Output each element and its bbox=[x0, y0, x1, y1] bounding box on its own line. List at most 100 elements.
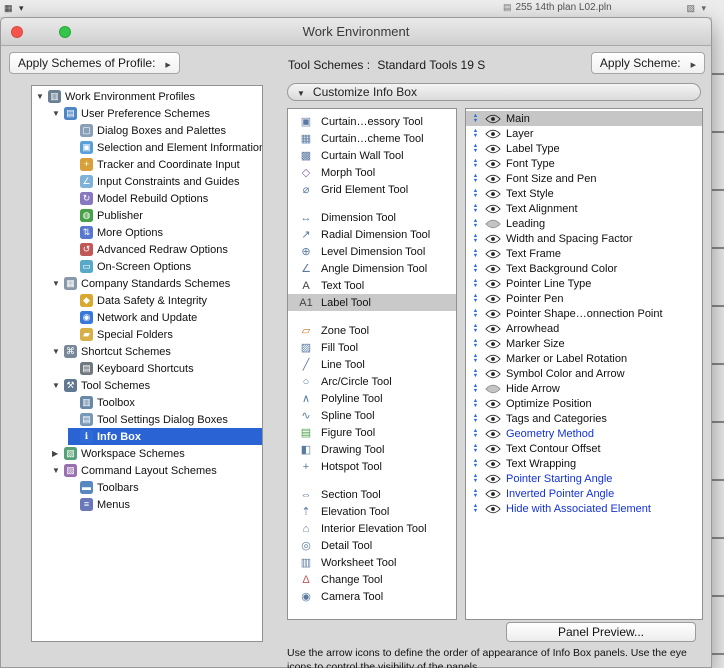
reorder-arrows-icon[interactable] bbox=[471, 204, 480, 213]
tool-row[interactable]: ∿ Spline Tool bbox=[288, 407, 456, 424]
visibility-eye-icon[interactable] bbox=[485, 414, 501, 424]
tool-row[interactable]: ◎ Detail Tool bbox=[288, 537, 456, 554]
reorder-arrows-icon[interactable] bbox=[471, 339, 480, 348]
visibility-eye-icon[interactable] bbox=[485, 279, 501, 289]
panel-row[interactable]: Pointer Pen bbox=[466, 291, 702, 306]
tool-row[interactable]: ∧ Polyline Tool bbox=[288, 390, 456, 407]
panel-row[interactable]: Hide with Associated Element bbox=[466, 501, 702, 516]
visibility-eye-icon[interactable] bbox=[485, 189, 501, 199]
tree-row[interactable]: ▣ Selection and Element Information bbox=[68, 139, 262, 156]
reorder-arrows-icon[interactable] bbox=[471, 369, 480, 378]
reorder-arrows-icon[interactable] bbox=[471, 114, 480, 123]
tree-row[interactable]: ▬ Toolbars bbox=[68, 479, 262, 496]
reorder-arrows-icon[interactable] bbox=[471, 504, 480, 513]
visibility-eye-icon[interactable] bbox=[485, 354, 501, 364]
panel-row[interactable]: Text Background Color bbox=[466, 261, 702, 276]
tool-row[interactable]: ▣ Curtain…essory Tool bbox=[288, 113, 456, 130]
panel-row[interactable]: Text Contour Offset bbox=[466, 441, 702, 456]
visibility-eye-icon[interactable] bbox=[485, 114, 501, 124]
zoom-window-button[interactable] bbox=[59, 26, 71, 38]
panel-row[interactable]: Font Type bbox=[466, 156, 702, 171]
reorder-arrows-icon[interactable] bbox=[471, 429, 480, 438]
tree-row[interactable]: ↻ Model Rebuild Options bbox=[68, 190, 262, 207]
reorder-arrows-icon[interactable] bbox=[471, 489, 480, 498]
reorder-arrows-icon[interactable] bbox=[471, 444, 480, 453]
disclosure-triangle-icon[interactable] bbox=[52, 347, 64, 356]
reorder-arrows-icon[interactable] bbox=[471, 159, 480, 168]
apply-schemes-of-profile-dropdown[interactable]: Apply Schemes of Profile: bbox=[9, 52, 180, 74]
tool-row[interactable]: A1 Label Tool bbox=[288, 294, 456, 311]
disclosure-triangle-icon[interactable] bbox=[52, 449, 64, 458]
tree-row[interactable]: ◉ Network and Update bbox=[68, 309, 262, 326]
tool-row[interactable]: ⊕ Level Dimension Tool bbox=[288, 243, 456, 260]
visibility-eye-icon[interactable] bbox=[485, 459, 501, 469]
panel-row[interactable]: Text Frame bbox=[466, 246, 702, 261]
tool-row[interactable]: ▦ Curtain…cheme Tool bbox=[288, 130, 456, 147]
panel-row[interactable]: Text Style bbox=[466, 186, 702, 201]
disclosure-triangle-icon[interactable] bbox=[52, 109, 64, 118]
disclosure-triangle-icon[interactable] bbox=[36, 92, 48, 101]
tree-row[interactable]: ▤ Keyboard Shortcuts bbox=[68, 360, 262, 377]
visibility-eye-icon[interactable] bbox=[485, 399, 501, 409]
tool-row[interactable]: ⇔ Section Tool bbox=[288, 486, 456, 503]
visibility-eye-icon[interactable] bbox=[485, 444, 501, 454]
tool-row[interactable]: ▥ Worksheet Tool bbox=[288, 554, 456, 571]
panel-row[interactable]: Hide Arrow bbox=[466, 381, 702, 396]
visibility-eye-closed-icon[interactable] bbox=[485, 219, 501, 229]
tool-row[interactable]: ▤ Figure Tool bbox=[288, 424, 456, 441]
tree-row[interactable]: ∠ Input Constraints and Guides bbox=[68, 173, 262, 190]
visibility-eye-icon[interactable] bbox=[485, 369, 501, 379]
disclosure-triangle-icon[interactable] bbox=[52, 466, 64, 475]
tool-row[interactable]: + Hotspot Tool bbox=[288, 458, 456, 475]
tree-row[interactable]: ▧ Workspace Schemes bbox=[52, 445, 262, 462]
reorder-arrows-icon[interactable] bbox=[471, 249, 480, 258]
panel-row[interactable]: Pointer Line Type bbox=[466, 276, 702, 291]
visibility-eye-icon[interactable] bbox=[485, 294, 501, 304]
tool-row[interactable]: ⇡ Elevation Tool bbox=[288, 503, 456, 520]
reorder-arrows-icon[interactable] bbox=[471, 414, 480, 423]
visibility-eye-icon[interactable] bbox=[485, 489, 501, 499]
tree-row[interactable]: ◍ Publisher bbox=[68, 207, 262, 224]
tool-row[interactable]: ⌀ Grid Element Tool bbox=[288, 181, 456, 198]
reorder-arrows-icon[interactable] bbox=[471, 294, 480, 303]
tree-row[interactable]: ⌘ Shortcut Schemes bbox=[52, 343, 262, 360]
panel-row[interactable]: Font Size and Pen bbox=[466, 171, 702, 186]
visibility-eye-icon[interactable] bbox=[485, 429, 501, 439]
reorder-arrows-icon[interactable] bbox=[471, 279, 480, 288]
visibility-eye-icon[interactable] bbox=[485, 204, 501, 214]
panel-row[interactable]: Tags and Categories bbox=[466, 411, 702, 426]
tool-row[interactable]: ◇ Morph Tool bbox=[288, 164, 456, 181]
tool-row[interactable]: ↗ Radial Dimension Tool bbox=[288, 226, 456, 243]
panel-row[interactable]: Text Alignment bbox=[466, 201, 702, 216]
tree-row[interactable]: ▨ Command Layout Schemes bbox=[52, 462, 262, 479]
reorder-arrows-icon[interactable] bbox=[471, 264, 480, 273]
tool-row[interactable]: ⌂ Interior Elevation Tool bbox=[288, 520, 456, 537]
reorder-arrows-icon[interactable] bbox=[471, 474, 480, 483]
visibility-eye-icon[interactable] bbox=[485, 129, 501, 139]
tool-row[interactable]: ↔ Dimension Text Tool bbox=[288, 616, 456, 620]
reorder-arrows-icon[interactable] bbox=[471, 459, 480, 468]
tool-row[interactable]: ◉ Camera Tool bbox=[288, 588, 456, 605]
tree-row[interactable]: ℹ Info Box bbox=[68, 428, 262, 445]
tool-row[interactable]: ▨ Fill Tool bbox=[288, 339, 456, 356]
panel-row[interactable]: Geometry Method bbox=[466, 426, 702, 441]
tool-row[interactable]: ∠ Angle Dimension Tool bbox=[288, 260, 456, 277]
panel-row[interactable]: Main bbox=[466, 111, 702, 126]
tree-row[interactable]: + Tracker and Coordinate Input bbox=[68, 156, 262, 173]
panel-row[interactable]: Text Wrapping bbox=[466, 456, 702, 471]
reorder-arrows-icon[interactable] bbox=[471, 129, 480, 138]
visibility-eye-icon[interactable] bbox=[485, 249, 501, 259]
tree-row[interactable]: ▭ On-Screen Options bbox=[68, 258, 262, 275]
panel-row[interactable]: Inverted Pointer Angle bbox=[466, 486, 702, 501]
visibility-eye-icon[interactable] bbox=[485, 234, 501, 244]
tool-row[interactable]: ↔ Dimension Tool bbox=[288, 209, 456, 226]
visibility-eye-icon[interactable] bbox=[485, 474, 501, 484]
tree-row[interactable]: ▰ Special Folders bbox=[68, 326, 262, 343]
tree-row[interactable]: ↺ Advanced Redraw Options bbox=[68, 241, 262, 258]
panel-row[interactable]: Marker or Label Rotation bbox=[466, 351, 702, 366]
visibility-eye-closed-icon[interactable] bbox=[485, 384, 501, 394]
reorder-arrows-icon[interactable] bbox=[471, 324, 480, 333]
panel-row[interactable]: Layer bbox=[466, 126, 702, 141]
reorder-arrows-icon[interactable] bbox=[471, 234, 480, 243]
tree-row[interactable]: ▢ Dialog Boxes and Palettes bbox=[68, 122, 262, 139]
